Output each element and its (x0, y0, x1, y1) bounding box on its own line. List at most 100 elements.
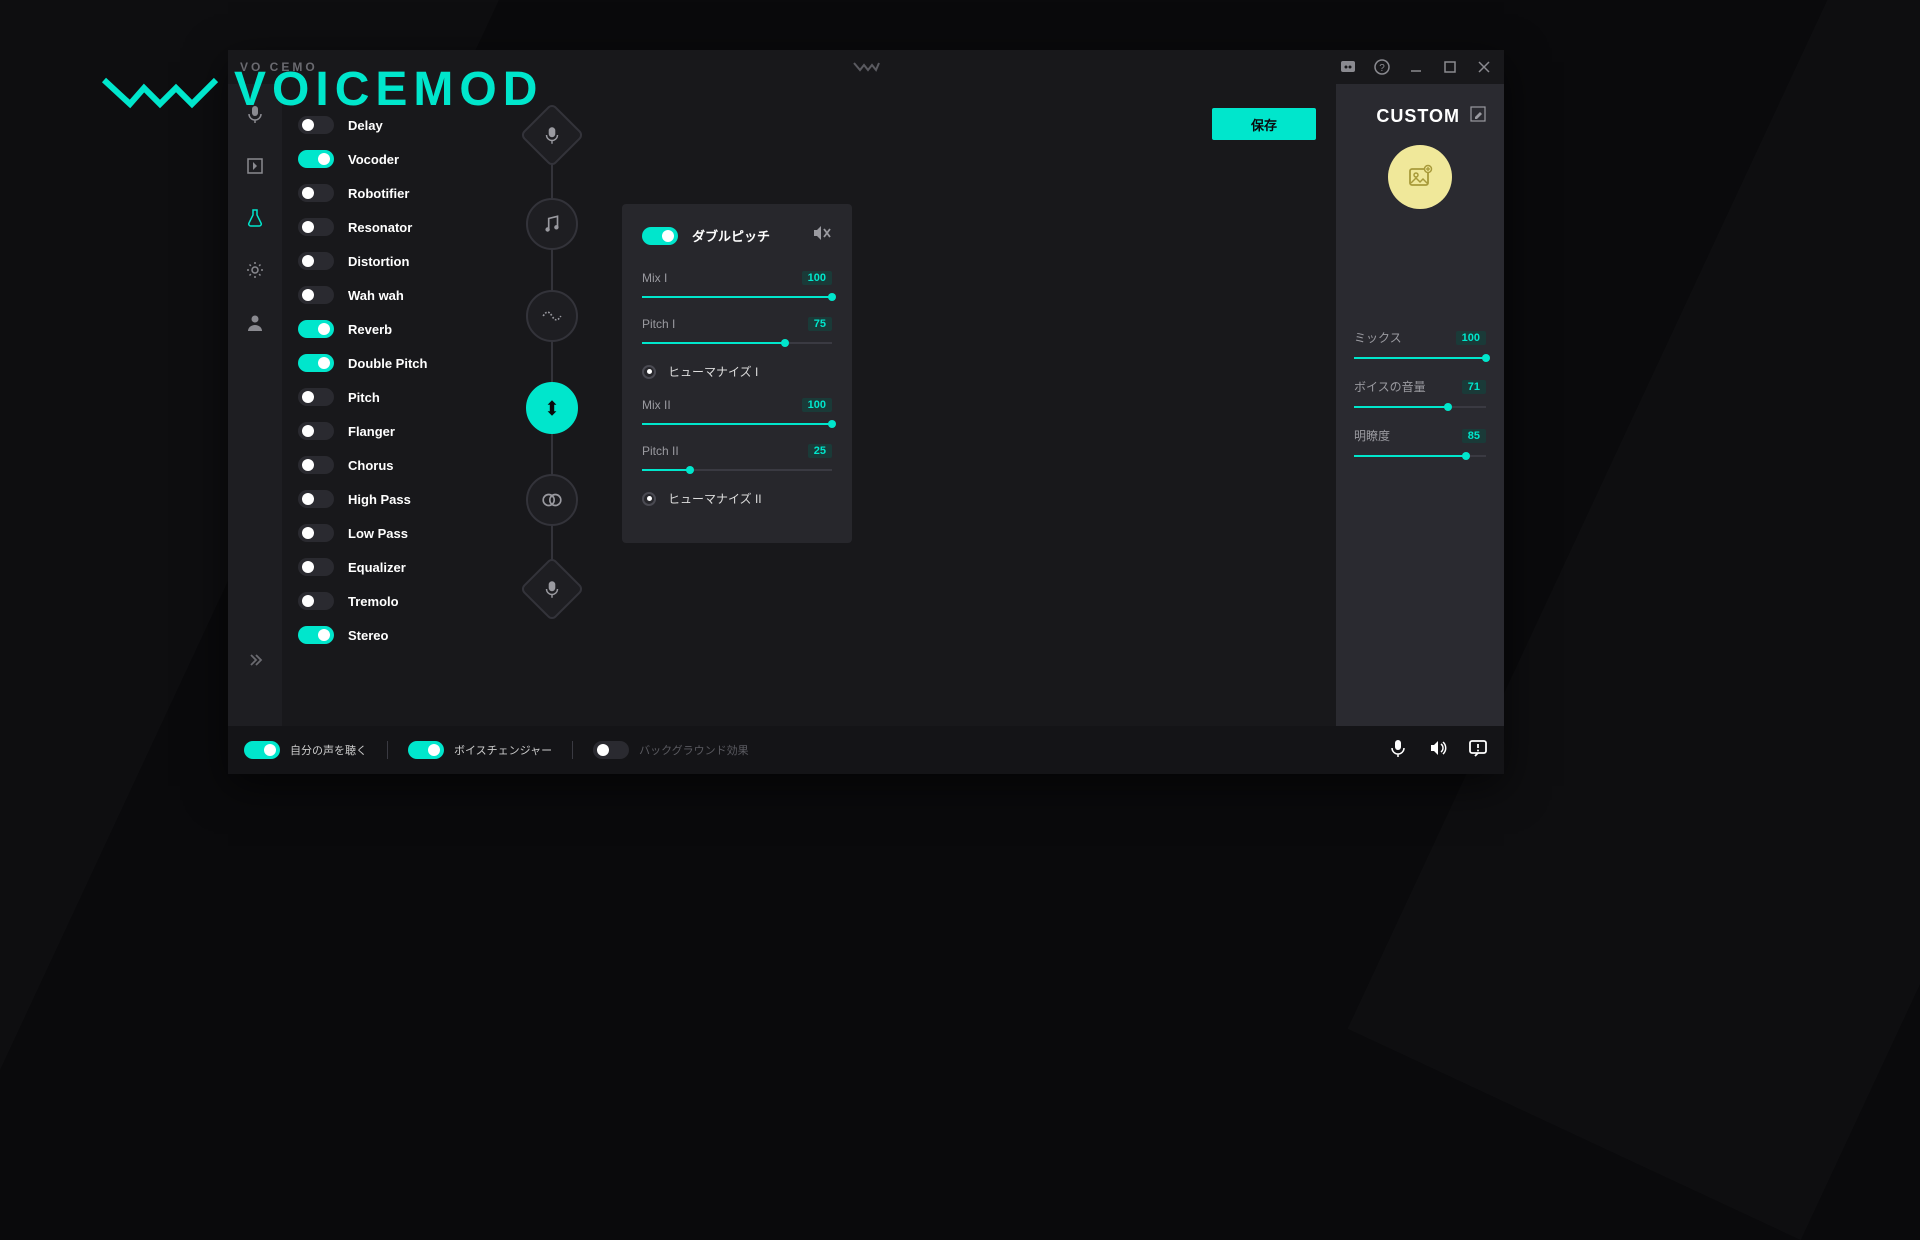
param-value: 75 (808, 317, 832, 331)
effect-toggle[interactable] (298, 320, 334, 338)
slider[interactable] (1354, 401, 1486, 413)
chain-node-stereo[interactable] (526, 474, 578, 526)
effect-toggle[interactable] (298, 388, 334, 406)
effect-toggle[interactable] (298, 558, 334, 576)
checkbox-radio[interactable] (642, 365, 656, 379)
chain-node-output[interactable] (519, 556, 584, 621)
param-label: Mix II (642, 398, 671, 412)
effect-row[interactable]: Wah wah (298, 278, 482, 312)
nav-voicelab-icon[interactable] (243, 206, 267, 230)
effect-row[interactable]: Low Pass (298, 516, 482, 550)
slider[interactable] (1354, 450, 1486, 462)
effect-label: Robotifier (348, 186, 409, 201)
effect-panel: ダブルピッチ Mix I 100 Pitch I 75 ヒューマナイズ I Mix II 1… (622, 204, 852, 543)
nav-soundboard-icon[interactable] (243, 154, 267, 178)
speaker-icon[interactable] (1428, 738, 1448, 763)
nav-account-icon[interactable] (243, 310, 267, 334)
effect-row[interactable]: Robotifier (298, 176, 482, 210)
maximize-icon[interactable] (1442, 59, 1458, 75)
param-group: Mix II 100 (642, 398, 832, 430)
chain-node-wave[interactable] (526, 290, 578, 342)
mic-icon[interactable] (1388, 738, 1408, 763)
effect-label: High Pass (348, 492, 411, 507)
effect-toggle[interactable] (298, 422, 334, 440)
param-group: 明瞭度 85 (1354, 427, 1486, 462)
effect-toggle[interactable] (298, 490, 334, 508)
edit-icon[interactable] (1470, 106, 1486, 127)
param-group: Pitch I 75 (642, 317, 832, 349)
checkbox-label: ヒューマナイズ I (668, 363, 758, 380)
effect-toggle[interactable] (298, 184, 334, 202)
effect-row[interactable]: High Pass (298, 482, 482, 516)
mute-icon[interactable] (812, 224, 832, 247)
sidebar-nav (228, 84, 282, 726)
slider[interactable] (642, 337, 832, 349)
nav-settings-icon[interactable] (243, 258, 267, 282)
param-label: Pitch I (642, 317, 675, 331)
effect-panel-toggle[interactable] (642, 227, 678, 245)
effect-row[interactable]: Stereo (298, 618, 482, 652)
discord-icon[interactable] (1340, 59, 1356, 75)
checkbox-row[interactable]: ヒューマナイズ II (642, 490, 832, 507)
avatar-add-image[interactable] (1388, 145, 1452, 209)
param-value: 85 (1462, 429, 1486, 443)
effect-row[interactable]: Resonator (298, 210, 482, 244)
param-value: 25 (808, 444, 832, 458)
effect-toggle[interactable] (298, 116, 334, 134)
effect-row[interactable]: Equalizer (298, 550, 482, 584)
chain-node-music[interactable] (526, 198, 578, 250)
effect-label: Stereo (348, 628, 388, 643)
effect-row[interactable]: Double Pitch (298, 346, 482, 380)
effect-toggle[interactable] (298, 626, 334, 644)
effect-toggle[interactable] (298, 592, 334, 610)
save-button[interactable]: 保存 (1212, 108, 1316, 140)
effect-toggle[interactable] (298, 286, 334, 304)
checkbox-row[interactable]: ヒューマナイズ I (642, 363, 832, 380)
effect-toggle[interactable] (298, 456, 334, 474)
checkbox-radio[interactable] (642, 492, 656, 506)
effect-toggle[interactable] (298, 218, 334, 236)
divider (387, 741, 388, 759)
label-voice-changer: ボイスチェンジャー (454, 742, 552, 758)
toggle-hear-self[interactable] (244, 741, 280, 759)
effect-row[interactable]: Pitch (298, 380, 482, 414)
brand-text: VOICEMOD (234, 62, 543, 117)
titlebar-logo-icon (852, 59, 880, 76)
effect-row[interactable]: Chorus (298, 448, 482, 482)
effect-row[interactable]: Reverb (298, 312, 482, 346)
effect-label: Wah wah (348, 288, 404, 303)
param-value: 100 (802, 398, 832, 412)
effect-label: Chorus (348, 458, 394, 473)
param-label: Pitch II (642, 444, 679, 458)
checkbox-label: ヒューマナイズ II (668, 490, 762, 507)
nav-expand-icon[interactable] (246, 651, 264, 674)
effect-toggle[interactable] (298, 150, 334, 168)
minimize-icon[interactable] (1408, 59, 1424, 75)
effect-toggle[interactable] (298, 252, 334, 270)
chain-node-double-pitch[interactable] (526, 382, 578, 434)
effect-row[interactable]: Distortion (298, 244, 482, 278)
param-label: Mix I (642, 271, 667, 285)
effect-label: Vocoder (348, 152, 399, 167)
slider[interactable] (642, 418, 832, 430)
effect-row[interactable]: Tremolo (298, 584, 482, 618)
slider[interactable] (642, 291, 832, 303)
feedback-icon[interactable] (1468, 738, 1488, 763)
toggle-background[interactable] (593, 741, 629, 759)
effect-row[interactable]: Vocoder (298, 142, 482, 176)
effect-toggle[interactable] (298, 354, 334, 372)
effect-panel-title: ダブルピッチ (692, 226, 770, 245)
slider[interactable] (1354, 352, 1486, 364)
svg-text:?: ? (1379, 63, 1385, 74)
brand-logo: VOICEMOD (100, 62, 543, 117)
param-group: ボイスの音量71 (1354, 378, 1486, 413)
effect-chain (482, 84, 622, 726)
param-label: 明瞭度 (1354, 427, 1390, 444)
toggle-voice-changer[interactable] (408, 741, 444, 759)
slider[interactable] (642, 464, 832, 476)
voicemod-logo-icon (100, 68, 220, 112)
effect-row[interactable]: Flanger (298, 414, 482, 448)
help-icon[interactable]: ? (1374, 59, 1390, 75)
effect-toggle[interactable] (298, 524, 334, 542)
close-icon[interactable] (1476, 59, 1492, 75)
